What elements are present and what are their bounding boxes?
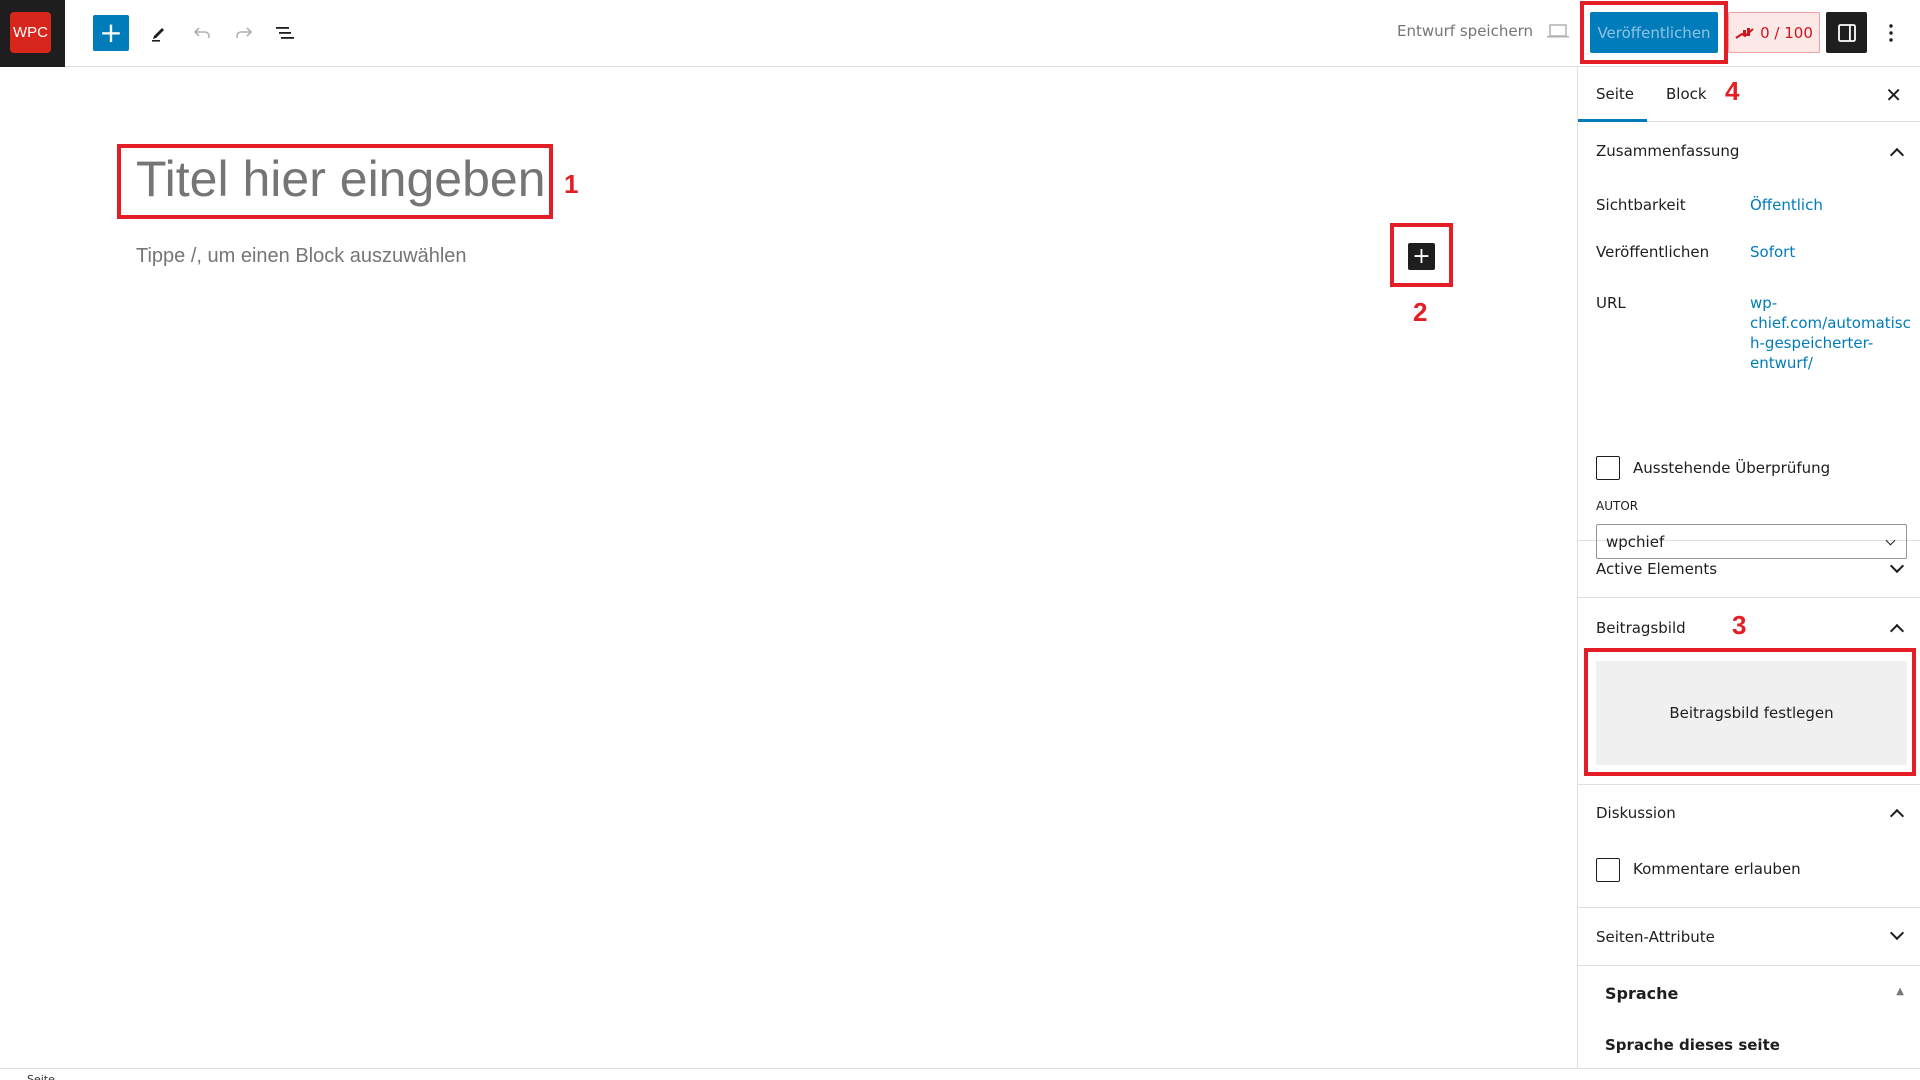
author-label: AUTOR (1596, 499, 1639, 513)
plus-icon: + (1412, 243, 1431, 269)
triangle-up-icon[interactable]: ▲ (1896, 986, 1904, 997)
url-line: wp- (1750, 294, 1778, 312)
undo-button[interactable] (186, 17, 218, 49)
discussion-panel: Diskussion Kommentare erlauben (1578, 785, 1920, 908)
language-panel: Sprache ▲ Sprache dieses seite (1578, 966, 1920, 1068)
chevron-up-icon[interactable] (1889, 808, 1905, 824)
featured-image-toggle[interactable]: Beitragsbild (1596, 619, 1686, 637)
redo-button[interactable] (228, 17, 260, 49)
page-attributes-title: Seiten-Attribute (1596, 928, 1715, 946)
chevron-up-icon[interactable] (1889, 623, 1905, 639)
preview-button[interactable] (1546, 20, 1570, 46)
publish-button[interactable]: Veröffentlichen (1590, 12, 1718, 53)
page-attributes-panel[interactable]: Seiten-Attribute (1578, 908, 1920, 966)
publish-date-label: Veröffentlichen (1596, 243, 1710, 261)
language-subtitle: Sprache dieses seite (1605, 1036, 1780, 1054)
save-draft-button[interactable]: Entwurf speichern (1397, 22, 1533, 40)
sidebar-tabs: Seite Block 4 ✕ (1578, 67, 1920, 122)
site-logo[interactable]: WPC (10, 12, 51, 53)
discussion-toggle[interactable]: Diskussion (1596, 804, 1676, 822)
active-elements-title: Active Elements (1596, 560, 1718, 578)
seo-score-value: 0 / 100 (1760, 23, 1813, 42)
summary-panel: Zusammenfassung Sichtbarkeit Öffentlich … (1578, 122, 1920, 559)
url-line: chief.com/automatisc (1750, 314, 1911, 332)
allow-comments-checkbox[interactable] (1596, 858, 1620, 882)
post-title-input[interactable]: Titel hier eingeben (136, 150, 546, 208)
url-label: URL (1596, 294, 1626, 312)
chevron-down-icon (1889, 558, 1905, 574)
featured-image-panel: Beitragsbild 3 Beitragsbild festlegen (1578, 598, 1920, 785)
settings-sidebar: Seite Block 4 ✕ Zusammenfassung Sichtbar… (1577, 67, 1920, 1068)
redo-icon (236, 27, 253, 38)
site-logo-area[interactable]: WPC (0, 0, 65, 67)
annotation-label-2: 2 (1413, 297, 1428, 327)
allow-comments-label: Kommentare erlauben (1633, 860, 1801, 878)
settings-sidebar-toggle[interactable] (1826, 12, 1867, 53)
laptop-icon (1547, 24, 1569, 38)
summary-panel-toggle[interactable]: Zusammenfassung (1596, 142, 1739, 160)
close-sidebar-button[interactable]: ✕ (1885, 83, 1902, 107)
chevron-down-icon (1889, 925, 1905, 941)
tab-seite[interactable]: Seite (1596, 85, 1634, 103)
pencil-icon (152, 28, 164, 42)
active-elements-panel[interactable]: Active Elements (1578, 541, 1920, 598)
tools-button[interactable] (143, 17, 175, 49)
chevron-up-icon[interactable] (1889, 147, 1905, 163)
sidebar-icon (1837, 23, 1856, 42)
options-button[interactable] (1882, 20, 1900, 46)
list-view-icon (276, 27, 294, 39)
chart-icon (1735, 27, 1754, 39)
set-featured-image-button[interactable]: Beitragsbild festlegen (1596, 661, 1907, 765)
seo-score-button[interactable]: 0 / 100 (1728, 12, 1820, 53)
list-view-button[interactable] (269, 17, 301, 49)
plus-icon: + (99, 16, 123, 49)
breadcrumb-item[interactable]: Seite (27, 1073, 55, 1080)
visibility-value[interactable]: Öffentlich (1750, 195, 1823, 215)
url-line: h-gespeicherter- (1750, 334, 1874, 352)
language-toggle[interactable]: Sprache (1605, 984, 1678, 1003)
paragraph-block-placeholder[interactable]: Tippe /, um einen Block auszuwählen (136, 245, 467, 268)
close-icon: ✕ (1885, 83, 1902, 107)
tab-block[interactable]: Block (1666, 85, 1707, 103)
url-line: entwurf/ (1750, 354, 1813, 372)
more-vertical-icon (1889, 24, 1893, 42)
editor-footer-breadcrumb: Seite (0, 1068, 1920, 1080)
undo-icon (193, 27, 210, 38)
block-inserter-button[interactable]: + (93, 15, 129, 51)
pending-review-checkbox[interactable] (1596, 456, 1620, 480)
annotation-label-4: 4 (1725, 76, 1740, 106)
pending-review-label: Ausstehende Überprüfung (1633, 459, 1831, 477)
url-value[interactable]: wp- chief.com/automatisc h-gespeicherter… (1750, 293, 1911, 373)
annotation-label-1: 1 (564, 169, 579, 199)
add-block-button[interactable]: + (1408, 243, 1435, 270)
annotation-label-3: 3 (1732, 610, 1747, 640)
publish-date-value[interactable]: Sofort (1750, 242, 1795, 262)
visibility-label: Sichtbarkeit (1596, 196, 1686, 214)
